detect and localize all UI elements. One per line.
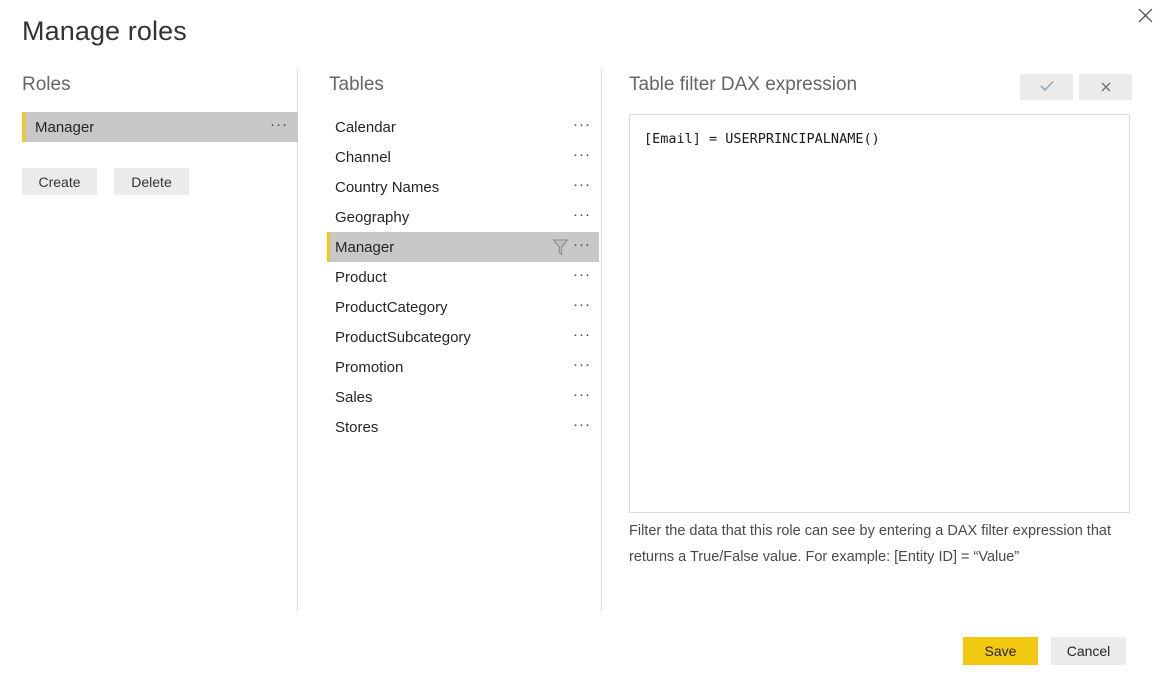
dax-expression-input[interactable] (629, 114, 1130, 513)
tables-section-heading: Tables (329, 74, 384, 96)
checkmark-icon (1040, 80, 1054, 95)
roles-list: Manager ··· (22, 112, 298, 142)
role-item-label: Manager (35, 119, 270, 136)
table-list-item[interactable]: Geography··· (327, 202, 599, 232)
table-list-item[interactable]: Country Names··· (327, 172, 599, 202)
table-item-menu-icon[interactable]: ··· (573, 331, 591, 344)
filter-funnel-icon (552, 238, 569, 256)
table-item-menu-icon[interactable]: ··· (573, 421, 591, 434)
table-list-item[interactable]: Stores··· (327, 412, 599, 442)
table-item-menu-icon[interactable]: ··· (573, 241, 591, 254)
table-item-label: ProductCategory (335, 299, 573, 316)
page-title: Manage roles (22, 16, 187, 47)
table-item-label: Geography (335, 209, 573, 226)
dax-confirm-actions (1020, 74, 1132, 100)
table-item-label: Channel (335, 149, 573, 166)
create-role-button[interactable]: Create (22, 168, 97, 195)
table-item-menu-icon[interactable]: ··· (573, 151, 591, 164)
table-list-item[interactable]: Sales··· (327, 382, 599, 412)
table-list-item[interactable]: Calendar··· (327, 112, 599, 142)
table-item-menu-icon[interactable]: ··· (573, 361, 591, 374)
table-list-item[interactable]: Manager ··· (327, 232, 599, 262)
close-icon (1101, 80, 1111, 95)
dax-help-text: Filter the data that this role can see b… (629, 518, 1119, 570)
table-item-label: Product (335, 269, 573, 286)
table-item-menu-icon[interactable]: ··· (573, 181, 591, 194)
table-item-label: Sales (335, 389, 573, 406)
table-item-label: Stores (335, 419, 573, 436)
table-list-item[interactable]: Channel··· (327, 142, 599, 172)
role-item-menu-icon[interactable]: ··· (270, 121, 288, 134)
table-item-label: Country Names (335, 179, 573, 196)
panel-divider-tables-dax (601, 68, 602, 611)
close-icon (1138, 8, 1153, 23)
table-item-menu-icon[interactable]: ··· (573, 121, 591, 134)
role-actions: Create Delete (22, 168, 189, 195)
table-list-item[interactable]: Product··· (327, 262, 599, 292)
panel-divider-roles-tables (297, 68, 298, 611)
cancel-button[interactable]: Cancel (1051, 637, 1126, 665)
table-item-label: Manager (335, 239, 552, 256)
table-item-menu-icon[interactable]: ··· (573, 211, 591, 224)
table-list-item[interactable]: ProductSubcategory··· (327, 322, 599, 352)
table-item-label: ProductSubcategory (335, 329, 573, 346)
table-item-menu-icon[interactable]: ··· (573, 301, 591, 314)
table-list-item[interactable]: Promotion··· (327, 352, 599, 382)
dax-accept-button[interactable] (1020, 74, 1073, 100)
close-dialog-button[interactable] (1129, 0, 1161, 30)
table-item-menu-icon[interactable]: ··· (573, 391, 591, 404)
delete-role-button[interactable]: Delete (114, 168, 189, 195)
save-button[interactable]: Save (963, 637, 1038, 665)
footer-actions: Save Cancel (963, 637, 1126, 665)
tables-list: Calendar···Channel···Country Names···Geo… (327, 112, 599, 442)
role-list-item-manager[interactable]: Manager ··· (22, 112, 298, 142)
roles-section-heading: Roles (22, 74, 71, 96)
table-item-label: Calendar (335, 119, 573, 136)
dax-reject-button[interactable] (1079, 74, 1132, 100)
table-item-label: Promotion (335, 359, 573, 376)
table-list-item[interactable]: ProductCategory··· (327, 292, 599, 322)
dax-section-heading: Table filter DAX expression (629, 74, 857, 96)
table-item-menu-icon[interactable]: ··· (573, 271, 591, 284)
